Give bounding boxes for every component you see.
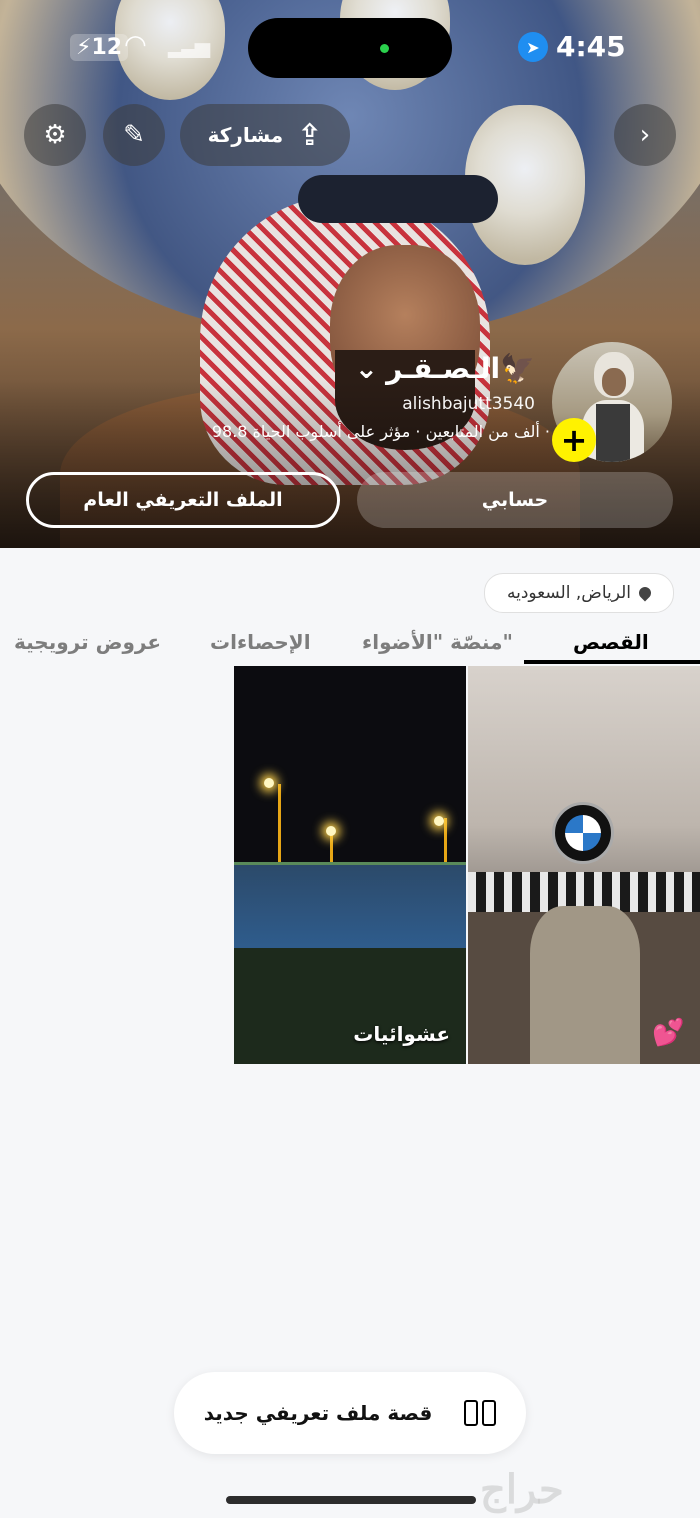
new-story-label: قصة ملف تعريفي جديد [203,1401,433,1425]
display-name[interactable]: ⌄ الـصـقـر🦅 [355,352,535,385]
chevron-down-icon: ⌄ [354,352,379,385]
share-button[interactable]: مشاركة ⇪ [180,104,350,166]
chevron-right-icon: › [639,120,651,150]
watermark-logo: حراج [480,1466,564,1513]
story-caption: عشوائيات [353,1022,450,1046]
public-profile-button[interactable]: الملف التعريفي العام [26,472,340,528]
new-profile-story-button[interactable]: قصة ملف تعريفي جديد [174,1372,526,1454]
gear-icon: ⚙ [43,120,67,150]
charging-bolt-icon: ⚡ [76,35,92,60]
my-account-button[interactable]: حسابي [357,472,673,528]
tab-spotlight[interactable]: منصّة "الأضواء" [362,630,513,654]
dynamic-island [248,18,452,78]
story-thumbnail[interactable]: 💕 [468,666,700,1064]
camera-in-use-dot [380,44,389,53]
location-chip[interactable]: الرياض, السعوديه [484,573,674,613]
street-lamp [264,778,274,788]
settings-button[interactable]: ⚙ [24,104,86,166]
location-pin-icon [636,584,654,602]
home-indicator[interactable] [226,1496,476,1504]
location-arrow-icon: ➤ [518,32,548,62]
profile-meta: 98.8 ألف من المتابعين · مؤثر على أسلوب ا… [211,422,550,441]
story-stack-icon [464,1400,497,1426]
share-label: مشاركة [207,123,284,147]
forward-button[interactable]: › [614,104,676,166]
story-thumbnail[interactable]: عشوائيات [234,666,466,1064]
upload-icon: ⇪ [297,117,323,153]
active-tab-indicator [524,660,700,664]
pencil-icon: ✎ [123,120,145,150]
hearts-emoji: 💕 [652,1018,685,1048]
street-lamp [434,816,444,826]
status-bar: ⚡12 ◠ ▂▃▅ ➤ 4:45 [0,0,700,90]
battery-level: 12 [91,35,123,60]
cellular-signal-icon: ▂▃▅ [168,34,210,58]
location-text: الرياض, السعوديه [506,583,632,603]
username: alishbajutt3540 [402,394,535,414]
display-name-text: الـصـقـر🦅 [386,352,535,385]
add-story-button[interactable]: + [552,418,596,462]
clock: 4:45 [556,30,626,63]
padel-court [234,862,466,951]
battery-indicator: ⚡12 [70,34,129,61]
plus-icon: + [560,421,588,459]
wifi-icon: ◠ [124,30,147,60]
edit-profile-button[interactable]: ✎ [103,104,165,166]
bmw-logo [552,802,614,864]
tab-promotions[interactable]: عروض ترويجية [14,630,161,654]
tab-stories[interactable]: القصص [573,630,649,654]
street-lamp [326,826,336,836]
tab-insights[interactable]: الإحصاءات [210,630,311,654]
